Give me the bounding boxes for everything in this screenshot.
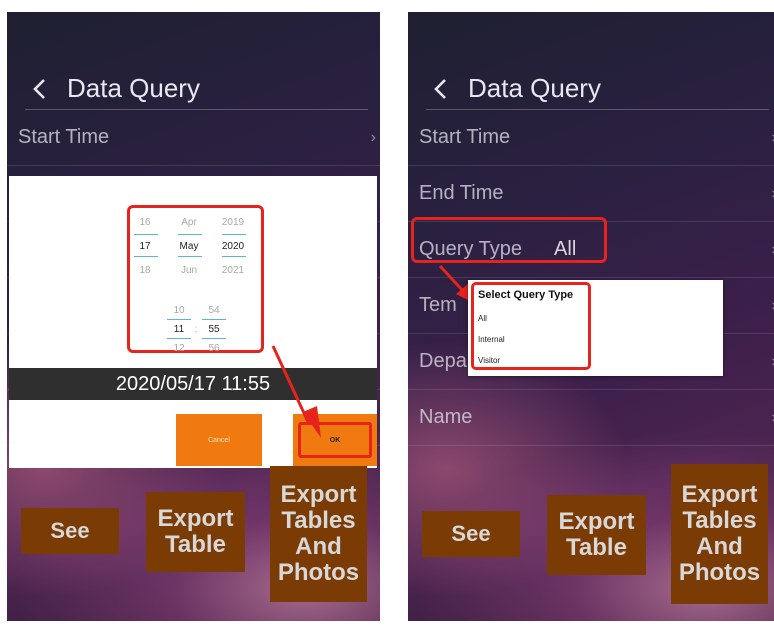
row-label: Name xyxy=(419,406,473,428)
row-label: Start Time xyxy=(419,126,511,148)
export-table-button[interactable]: Export Table xyxy=(547,495,646,575)
picker-divider xyxy=(134,256,158,257)
picker-month[interactable]: Jun xyxy=(174,265,204,276)
option-visitor[interactable]: Visitor xyxy=(478,356,500,365)
screen-query-type: Data Query Start Time › End Time › Query… xyxy=(408,12,774,621)
export-table-button[interactable]: Export Table xyxy=(146,492,245,572)
back-arrow-icon[interactable] xyxy=(25,74,53,104)
picker-day[interactable]: 18 xyxy=(130,265,160,276)
see-button[interactable]: See xyxy=(422,511,520,557)
picker-divider xyxy=(178,234,202,235)
header: Data Query xyxy=(25,68,368,110)
header: Data Query xyxy=(426,68,769,110)
picker-day[interactable]: 16 xyxy=(130,217,160,228)
row-start-time[interactable]: Start Time › xyxy=(408,110,774,166)
cancel-button[interactable]: Cancel xyxy=(176,414,262,466)
picker-month[interactable]: Apr xyxy=(174,217,204,228)
page-title: Data Query xyxy=(468,73,601,103)
export-tables-photos-button[interactable]: Export Tables And Photos xyxy=(270,466,367,602)
picker-year[interactable]: 2021 xyxy=(218,265,248,276)
picker-divider xyxy=(167,338,191,339)
picker-divider xyxy=(202,338,226,339)
row-start-time[interactable]: Start Time › xyxy=(7,110,380,166)
picker-divider xyxy=(222,256,246,257)
picker-hour[interactable]: 10 xyxy=(167,305,191,316)
picker-minute[interactable]: 56 xyxy=(202,343,226,354)
row-label: End Time xyxy=(419,182,504,204)
row-label: Start Time xyxy=(18,126,110,148)
see-button[interactable]: See xyxy=(21,508,119,554)
time-separator: : xyxy=(194,324,198,335)
picker-year-selected[interactable]: 2020 xyxy=(218,241,248,252)
query-type-popup: Select Query Type All Internal Visitor xyxy=(468,280,723,376)
back-arrow-icon[interactable] xyxy=(426,74,454,104)
picker-minute-selected[interactable]: 55 xyxy=(202,324,226,335)
picker-divider xyxy=(167,319,191,320)
picker-divider xyxy=(202,319,226,320)
popup-title: Select Query Type xyxy=(478,289,574,301)
picker-divider xyxy=(222,234,246,235)
query-type-highlight xyxy=(411,217,607,263)
picker-divider xyxy=(178,256,202,257)
picker-divider xyxy=(134,234,158,235)
picker-hour-selected[interactable]: 11 xyxy=(167,324,191,335)
picker-month-selected[interactable]: May xyxy=(174,241,204,252)
export-tables-photos-button[interactable]: Export Tables And Photos xyxy=(671,464,768,604)
row-label: Depa xyxy=(419,350,467,372)
chevron-right-icon: › xyxy=(370,128,376,146)
row-end-time[interactable]: End Time › xyxy=(408,166,774,222)
option-internal[interactable]: Internal xyxy=(478,335,505,344)
picker-year[interactable]: 2019 xyxy=(218,217,248,228)
option-all[interactable]: All xyxy=(478,314,487,323)
picker-hour[interactable]: 12 xyxy=(167,343,191,354)
page-title: Data Query xyxy=(67,73,200,103)
row-name[interactable]: Name › xyxy=(408,390,774,446)
picker-highlight: 16 17 18 Apr May Jun 2019 2020 2021 10 1… xyxy=(127,205,264,354)
picker-day-selected[interactable]: 17 xyxy=(130,241,160,252)
picker-minute[interactable]: 54 xyxy=(202,305,226,316)
screen-date-picker: Data Query Start Time › 16 17 18 Apr May… xyxy=(7,12,380,621)
annotation-arrow-icon xyxy=(271,345,321,438)
